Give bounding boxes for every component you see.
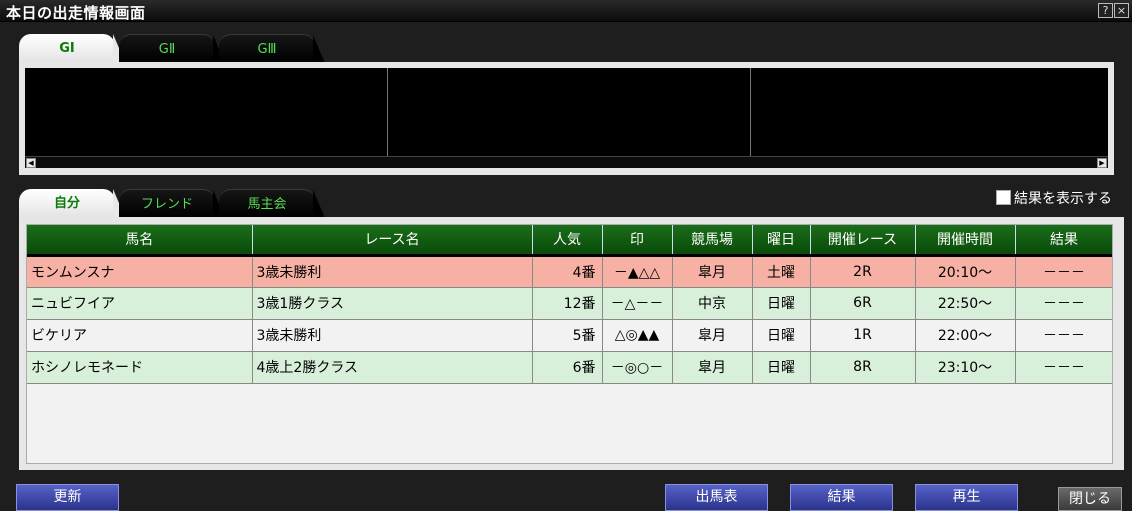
- race-number-cell: 2R: [810, 255, 916, 288]
- race-name-cell: 3歳1勝クラス: [252, 287, 533, 320]
- horse-name-cell: ホシノレモネード: [27, 351, 253, 384]
- horse-name-cell: ニュビフイア: [27, 287, 253, 320]
- show-results-option[interactable]: 結果を表示する: [996, 188, 1112, 208]
- tab-g1[interactable]: GⅠ: [19, 34, 125, 62]
- tab-g3[interactable]: GⅢ: [219, 34, 325, 63]
- column-header-race-number[interactable]: 開催レース: [810, 225, 916, 257]
- show-results-checkbox[interactable]: [996, 190, 1011, 205]
- time-cell: 20:10～: [915, 255, 1016, 288]
- day-cell: 土曜: [752, 255, 811, 288]
- grade-tabs: GⅠ GⅡ GⅢ: [19, 34, 419, 63]
- tab-g2[interactable]: GⅡ: [119, 34, 225, 63]
- entries-panel: 馬名 レース名 人気 印 競馬場 曜日 開催レース 開催時間 結果 モンムンスナ…: [19, 217, 1124, 470]
- column-header-popularity[interactable]: 人気: [532, 225, 603, 257]
- race-name-cell: 3歳未勝利: [252, 319, 533, 352]
- results-button[interactable]: 結果: [790, 484, 893, 511]
- view-tabs: 自分 フレンド 馬主会: [19, 189, 419, 218]
- racecourse-cell: 皐月: [672, 319, 753, 352]
- racecourse-cell: 皐月: [672, 255, 753, 288]
- grade-race-slot[interactable]: [388, 68, 751, 163]
- column-header-result[interactable]: 結果: [1015, 225, 1112, 257]
- grade-race-slot[interactable]: [25, 68, 388, 163]
- marks-cell: －◎○－: [602, 351, 673, 384]
- grade-race-list: [25, 68, 1108, 163]
- race-number-cell: 6R: [810, 287, 916, 320]
- result-cell: －－－: [1015, 351, 1112, 384]
- popularity-cell: 5番: [532, 319, 603, 352]
- title-bar: 本日の出走情報画面 ? ×: [0, 0, 1132, 22]
- column-header-horse[interactable]: 馬名: [27, 225, 253, 257]
- help-button[interactable]: ?: [1098, 3, 1113, 18]
- horse-name-cell: ビケリア: [27, 319, 253, 352]
- race-name-cell: 3歳未勝利: [252, 255, 533, 288]
- result-cell: －－－: [1015, 255, 1112, 288]
- race-number-cell: 1R: [810, 319, 916, 352]
- table-row[interactable]: ニュビフイア 3歳1勝クラス 12番 －△－－ 中京 日曜 6R 22:50～ …: [27, 287, 1112, 320]
- result-cell: －－－: [1015, 287, 1112, 320]
- table-row[interactable]: ビケリア 3歳未勝利 5番 △◎▲▲ 皐月 日曜 1R 22:00～ －－－: [27, 319, 1112, 352]
- grade-race-panel: ◀ ▶: [19, 62, 1114, 175]
- popularity-cell: 4番: [532, 255, 603, 288]
- grade-race-slot[interactable]: [751, 68, 1108, 163]
- window-title: 本日の出走情報画面: [6, 4, 146, 22]
- time-cell: 22:00～: [915, 319, 1016, 352]
- marks-cell: －▲△△: [602, 255, 673, 288]
- column-header-marks[interactable]: 印: [602, 225, 673, 257]
- refresh-button[interactable]: 更新: [16, 484, 119, 511]
- entries-table: 馬名 レース名 人気 印 競馬場 曜日 開催レース 開催時間 結果 モンムンスナ…: [27, 225, 1112, 384]
- day-cell: 日曜: [752, 287, 811, 320]
- racecourse-cell: 皐月: [672, 351, 753, 384]
- column-header-race[interactable]: レース名: [252, 225, 533, 257]
- replay-button[interactable]: 再生: [915, 484, 1018, 511]
- show-results-label: 結果を表示する: [1014, 191, 1112, 207]
- race-name-cell: 4歳上2勝クラス: [252, 351, 533, 384]
- marks-cell: △◎▲▲: [602, 319, 673, 352]
- entries-button[interactable]: 出馬表: [665, 484, 768, 511]
- scroll-left-icon[interactable]: ◀: [26, 158, 36, 168]
- entries-list: 馬名 レース名 人気 印 競馬場 曜日 開催レース 開催時間 結果 モンムンスナ…: [26, 224, 1113, 464]
- horizontal-scrollbar[interactable]: ◀ ▶: [25, 156, 1108, 168]
- time-cell: 22:50～: [915, 287, 1016, 320]
- scroll-right-icon[interactable]: ▶: [1097, 158, 1107, 168]
- column-header-racecourse[interactable]: 競馬場: [672, 225, 753, 257]
- table-header-row: 馬名 レース名 人気 印 競馬場 曜日 開催レース 開催時間 結果: [27, 225, 1112, 257]
- popularity-cell: 6番: [532, 351, 603, 384]
- close-button[interactable]: 閉じる: [1058, 487, 1122, 511]
- marks-cell: －△－－: [602, 287, 673, 320]
- racecourse-cell: 中京: [672, 287, 753, 320]
- tab-owners-club[interactable]: 馬主会: [219, 189, 325, 218]
- day-cell: 日曜: [752, 351, 811, 384]
- day-cell: 日曜: [752, 319, 811, 352]
- tab-friends[interactable]: フレンド: [119, 189, 225, 218]
- close-window-button[interactable]: ×: [1114, 3, 1129, 18]
- result-cell: －－－: [1015, 319, 1112, 352]
- table-row[interactable]: ホシノレモネード 4歳上2勝クラス 6番 －◎○－ 皐月 日曜 8R 23:10…: [27, 351, 1112, 384]
- tab-mine[interactable]: 自分: [19, 189, 125, 217]
- horse-name-cell: モンムンスナ: [27, 255, 253, 288]
- time-cell: 23:10～: [915, 351, 1016, 384]
- column-header-day[interactable]: 曜日: [752, 225, 811, 257]
- popularity-cell: 12番: [532, 287, 603, 320]
- table-row[interactable]: モンムンスナ 3歳未勝利 4番 －▲△△ 皐月 土曜 2R 20:10～ －－－: [27, 255, 1112, 288]
- column-header-time[interactable]: 開催時間: [915, 225, 1016, 257]
- race-number-cell: 8R: [810, 351, 916, 384]
